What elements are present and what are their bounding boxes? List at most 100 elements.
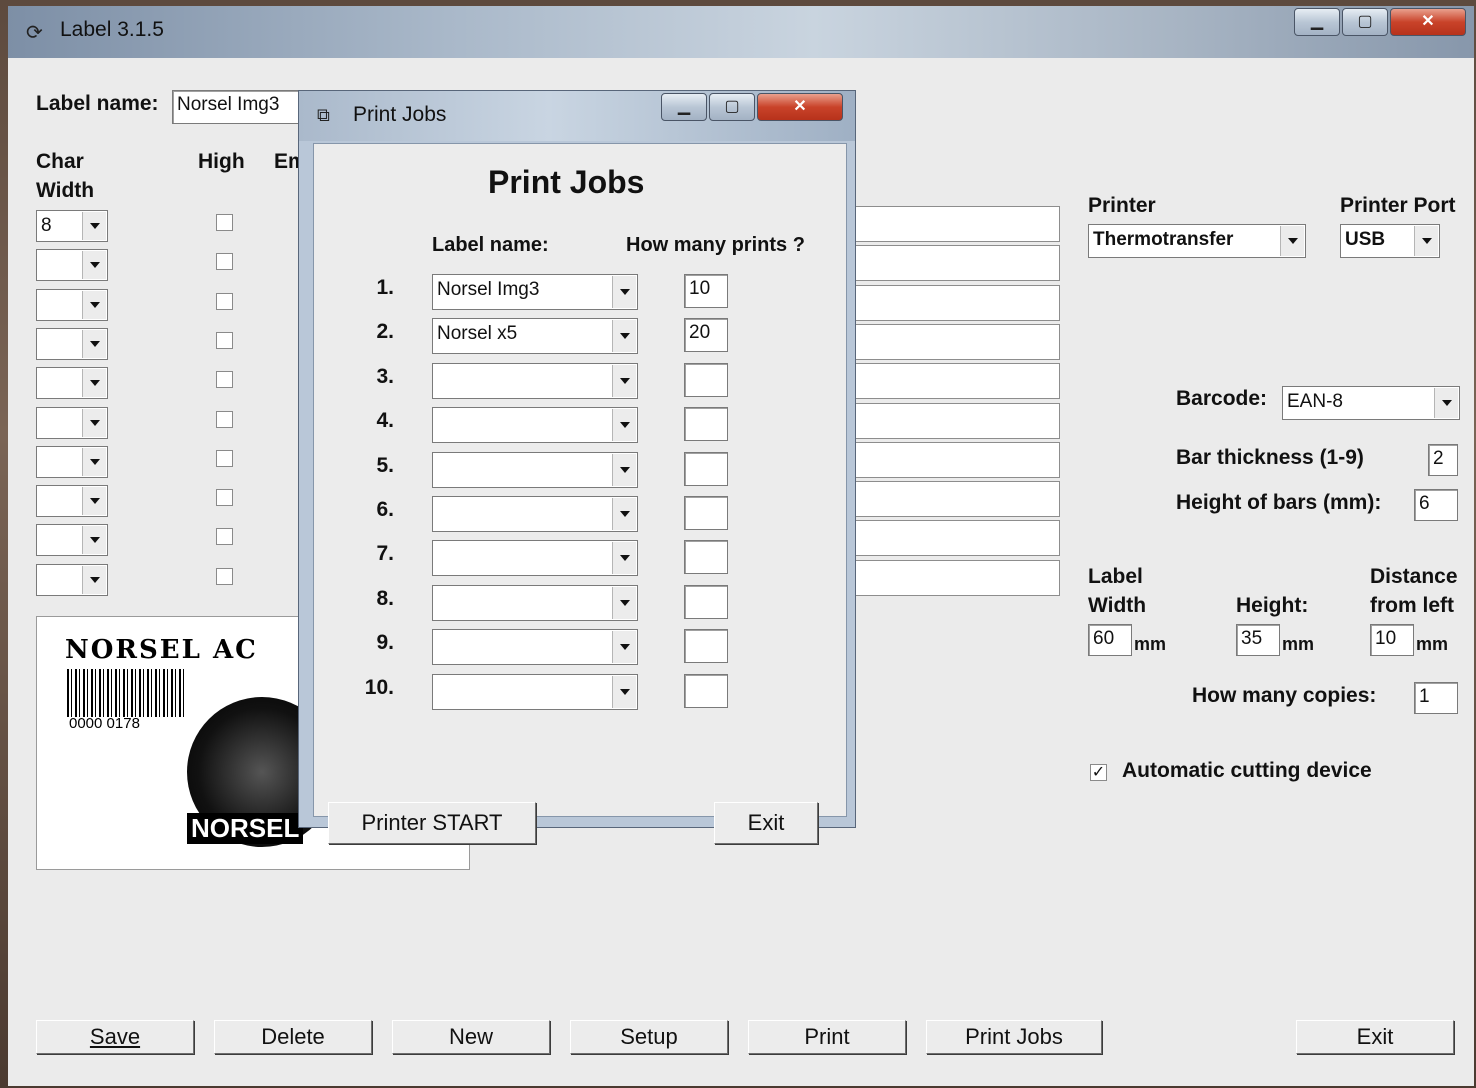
job-prints-input[interactable]: [684, 407, 728, 442]
label-text-line-input[interactable]: [848, 481, 1060, 518]
chevron-down-icon[interactable]: [612, 586, 636, 619]
printer-port-select[interactable]: USB: [1340, 224, 1440, 258]
printer-start-button[interactable]: Printer START: [328, 802, 536, 844]
label-text-line-input[interactable]: [848, 363, 1060, 400]
chevron-down-icon[interactable]: [612, 364, 636, 397]
high-checkbox[interactable]: [216, 331, 233, 349]
chevron-down-icon[interactable]: [82, 526, 106, 555]
chevron-down-icon[interactable]: [82, 251, 106, 280]
char-width-select[interactable]: 8: [36, 210, 108, 242]
chevron-down-icon[interactable]: [1280, 226, 1304, 256]
label-text-line-input[interactable]: [848, 559, 1060, 596]
chevron-down-icon[interactable]: [612, 320, 636, 353]
minimize-icon[interactable]: ▁: [661, 93, 707, 121]
label-text-line-input[interactable]: [848, 245, 1060, 282]
char-width-select[interactable]: [36, 563, 108, 596]
job-prints-input[interactable]: 10: [684, 274, 728, 308]
label-height-input[interactable]: 35: [1236, 624, 1280, 656]
chevron-down-icon[interactable]: [82, 487, 106, 516]
char-width-select[interactable]: [36, 445, 108, 478]
job-prints-input[interactable]: [684, 540, 728, 575]
chevron-down-icon[interactable]: [612, 409, 636, 442]
minimize-icon[interactable]: ▁: [1294, 8, 1340, 36]
chevron-down-icon[interactable]: [82, 565, 106, 594]
cutting-checkbox[interactable]: ✓: [1090, 764, 1107, 781]
job-label-select[interactable]: [432, 673, 638, 710]
label-text-line-input[interactable]: [848, 206, 1060, 242]
bar-thickness-input[interactable]: 2: [1428, 444, 1458, 476]
maximize-icon[interactable]: ▢: [709, 93, 755, 121]
job-label-select[interactable]: [432, 496, 638, 532]
char-width-select[interactable]: [36, 367, 108, 400]
chevron-down-icon[interactable]: [612, 542, 636, 575]
job-label-select[interactable]: Norsel x5: [432, 318, 638, 355]
char-width-select[interactable]: [36, 327, 108, 360]
save-button[interactable]: Save: [36, 1020, 194, 1054]
high-checkbox[interactable]: [216, 449, 233, 467]
new-button[interactable]: New: [392, 1020, 550, 1054]
high-checkbox[interactable]: [216, 253, 233, 271]
height-of-bars-input[interactable]: 6: [1414, 489, 1458, 521]
exit-button[interactable]: Exit: [1296, 1020, 1454, 1054]
chevron-down-icon[interactable]: [612, 276, 636, 308]
close-icon[interactable]: ✕: [757, 93, 843, 121]
high-checkbox[interactable]: [216, 371, 233, 389]
distance-from-left-input[interactable]: 10: [1370, 624, 1414, 656]
high-checkbox[interactable]: [216, 410, 233, 428]
label-text-line-input[interactable]: [848, 284, 1060, 321]
job-prints-input[interactable]: [684, 673, 728, 708]
chevron-down-icon[interactable]: [612, 453, 636, 486]
print-button[interactable]: Print: [748, 1020, 906, 1054]
barcode-select[interactable]: EAN-8: [1282, 386, 1460, 420]
label-name-input[interactable]: Norsel Img3: [172, 90, 312, 124]
chevron-down-icon[interactable]: [1434, 388, 1458, 418]
char-width-select[interactable]: [36, 406, 108, 439]
high-checkbox[interactable]: [216, 528, 233, 546]
maximize-icon[interactable]: ▢: [1342, 8, 1388, 36]
chevron-down-icon[interactable]: [82, 447, 106, 476]
label-text-line-input[interactable]: [848, 441, 1060, 478]
chevron-down-icon[interactable]: [82, 329, 106, 358]
job-prints-input[interactable]: [684, 496, 728, 530]
high-checkbox[interactable]: [216, 292, 233, 310]
main-title-bar[interactable]: ⟳ Label 3.1.5 ▁ ▢ ✕: [8, 6, 1474, 58]
printer-select[interactable]: Thermotransfer: [1088, 224, 1306, 258]
job-label-select[interactable]: [432, 407, 638, 444]
job-prints-input[interactable]: [684, 362, 728, 397]
print-jobs-button[interactable]: Print Jobs: [926, 1020, 1102, 1054]
chevron-down-icon[interactable]: [612, 498, 636, 530]
job-prints-input[interactable]: [684, 584, 728, 619]
char-width-select[interactable]: [36, 485, 108, 518]
chevron-down-icon[interactable]: [612, 675, 636, 708]
char-width-select[interactable]: [36, 524, 108, 557]
high-checkbox[interactable]: [216, 214, 233, 231]
job-label-select[interactable]: [432, 584, 638, 621]
job-label-select[interactable]: Norsel Img3: [432, 274, 638, 310]
close-icon[interactable]: ✕: [1390, 8, 1466, 36]
char-width-select[interactable]: [36, 249, 108, 282]
high-checkbox[interactable]: [216, 567, 233, 585]
dialog-exit-button[interactable]: Exit: [714, 802, 818, 844]
job-label-select[interactable]: [432, 451, 638, 488]
job-prints-input[interactable]: [684, 451, 728, 486]
setup-button[interactable]: Setup: [570, 1020, 728, 1054]
label-text-line-input[interactable]: [848, 520, 1060, 557]
job-prints-input[interactable]: 20: [684, 318, 728, 353]
label-text-line-input[interactable]: [848, 323, 1060, 360]
job-label-select[interactable]: [432, 362, 638, 399]
chevron-down-icon[interactable]: [82, 408, 106, 437]
dialog-title-bar[interactable]: ⧉ Print Jobs ▁ ▢ ✕: [299, 91, 855, 141]
char-width-select[interactable]: [36, 288, 108, 321]
delete-button[interactable]: Delete: [214, 1020, 372, 1054]
label-text-line-input[interactable]: [848, 402, 1060, 439]
chevron-down-icon[interactable]: [82, 290, 106, 319]
job-label-select[interactable]: [432, 629, 638, 666]
chevron-down-icon[interactable]: [1414, 226, 1438, 256]
job-prints-input[interactable]: [684, 629, 728, 664]
copies-input[interactable]: 1: [1414, 682, 1458, 714]
chevron-down-icon[interactable]: [82, 212, 106, 240]
job-label-select[interactable]: [432, 540, 638, 577]
chevron-down-icon[interactable]: [612, 631, 636, 664]
high-checkbox[interactable]: [216, 489, 233, 507]
label-width-input[interactable]: 60: [1088, 624, 1132, 656]
